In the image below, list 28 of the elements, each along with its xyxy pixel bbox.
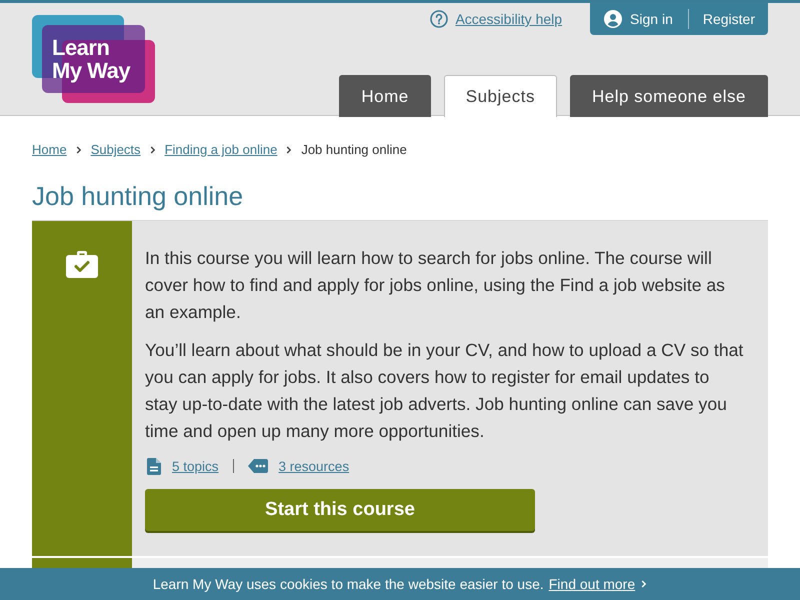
- logo-text: Learn My Way: [52, 36, 130, 82]
- breadcrumb-current: Job hunting online: [301, 142, 407, 158]
- briefcase-check-icon: [66, 250, 98, 278]
- nav-tab[interactable]: Help someone else: [570, 75, 768, 117]
- chevron-icon: [286, 146, 292, 154]
- chevron-icon: [76, 146, 82, 154]
- user-icon: [604, 10, 622, 28]
- resources-link[interactable]: 3 resources: [278, 458, 350, 474]
- breadcrumb-link[interactable]: Subjects: [90, 142, 141, 158]
- document-icon: [147, 458, 161, 474]
- chevron-icon: [150, 146, 156, 154]
- page-title: Job hunting online: [32, 180, 244, 212]
- cookie-message: Learn My Way uses cookies to make the website easier to use.: [152, 576, 544, 592]
- breadcrumb-link[interactable]: Home: [32, 142, 67, 158]
- topics-link[interactable]: 5 topics: [172, 458, 219, 474]
- find-out-more-link[interactable]: Find out more: [548, 576, 648, 592]
- start-course-button[interactable]: Start this course: [145, 489, 535, 531]
- nav-tab[interactable]: Home: [339, 75, 431, 117]
- accessibility-help-link[interactable]: Accessibility help: [430, 10, 562, 28]
- course-description: In this course you will learn how to search for jobs online. The course will cover how to find and apply for jobs online, using the Find a job website as an example.: [145, 247, 726, 324]
- register-link[interactable]: Register: [702, 11, 755, 27]
- help-icon: [430, 10, 448, 28]
- breadcrumb-link[interactable]: Finding a job online: [164, 142, 278, 158]
- chevron-icon: [641, 580, 648, 588]
- tag-icon: [248, 459, 268, 473]
- sign-in-link[interactable]: Sign in: [604, 10, 673, 28]
- course-description: You’ll learn about what should be in your CV, and how to upload a CV so that you can apply for jobs. It also covers how to register for email updates to stay up-to-date with the latest job adverts. Job hunting online can save you time and open up many more opportunities.: [145, 339, 744, 443]
- nav-tab[interactable]: Subjects: [444, 75, 557, 117]
